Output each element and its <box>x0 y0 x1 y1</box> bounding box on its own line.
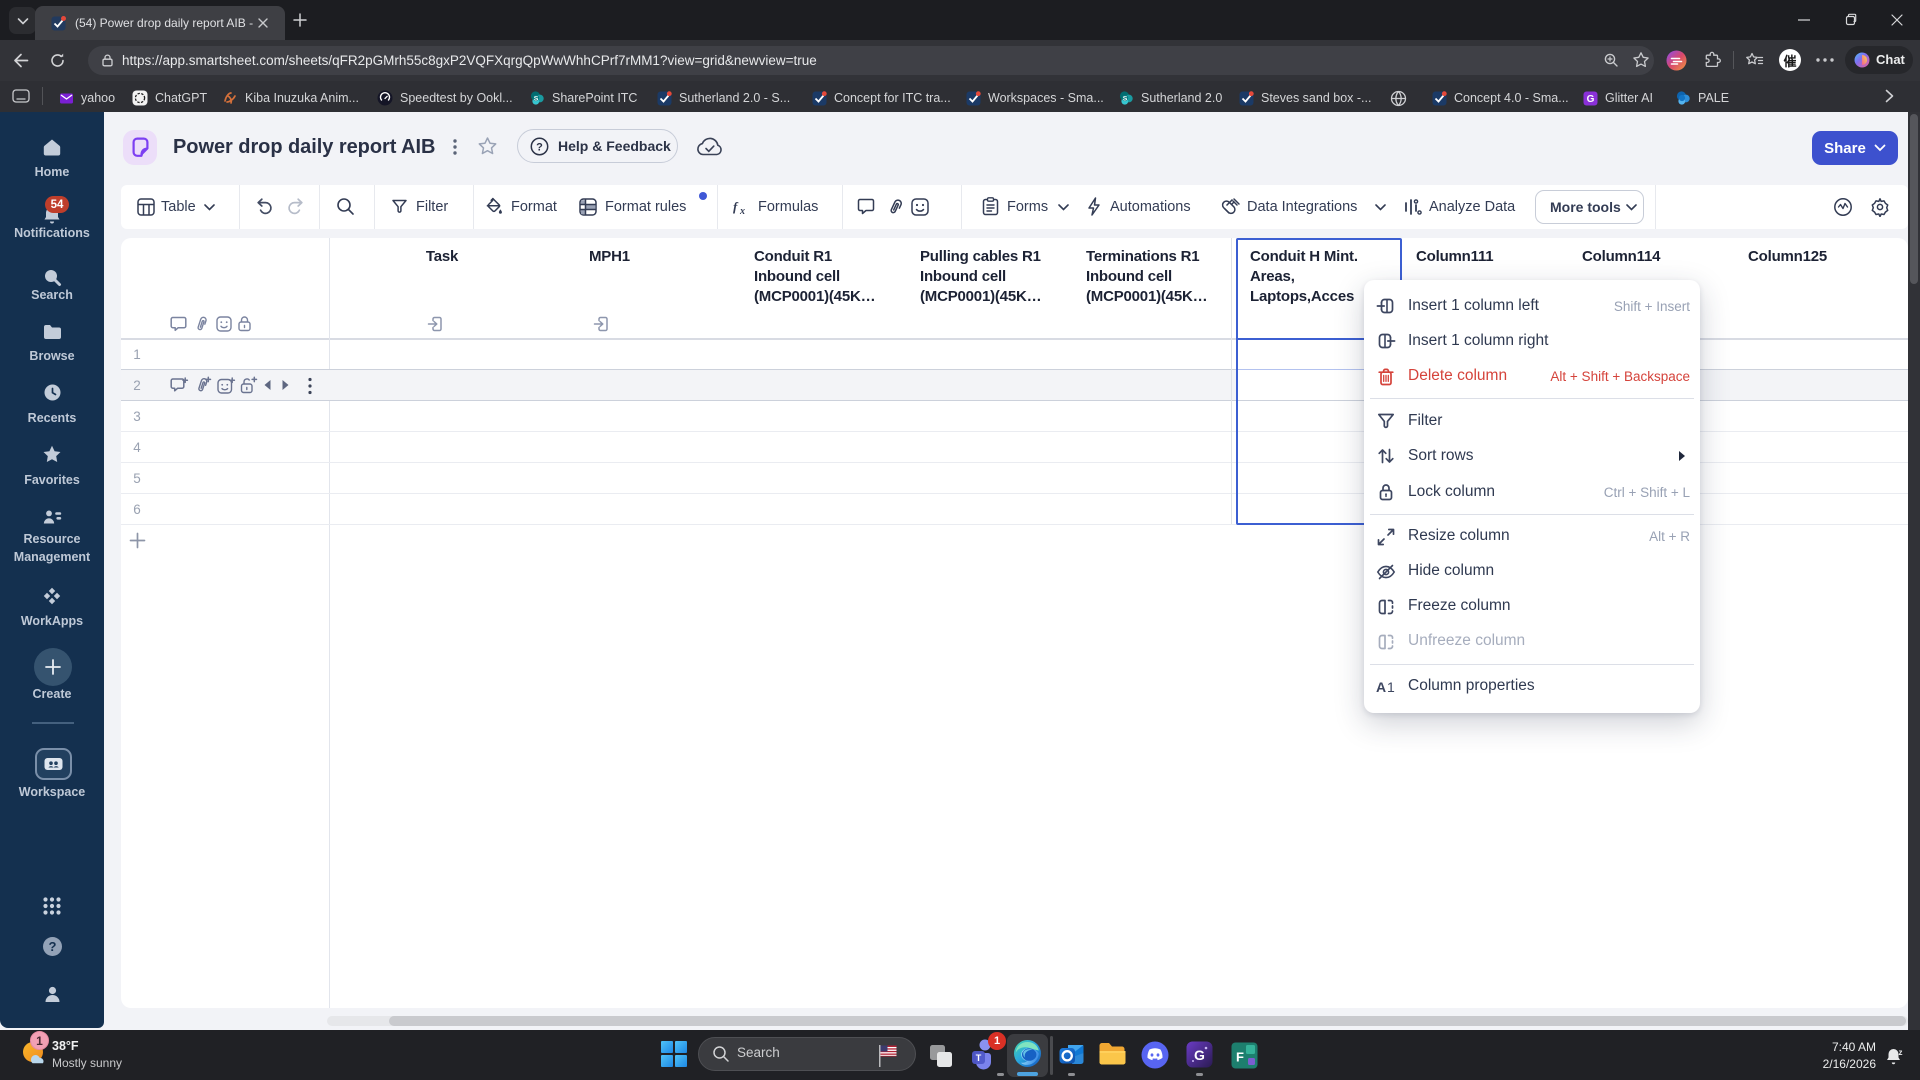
svg-text:G: G <box>1587 94 1595 105</box>
svg-text:z: z <box>1899 1048 1903 1057</box>
svg-text:1: 1 <box>1387 679 1395 695</box>
svg-text:S: S <box>534 95 539 102</box>
svg-text:S: S <box>1123 95 1128 102</box>
svg-text:x: x <box>739 206 745 217</box>
svg-text:f: f <box>733 199 739 214</box>
svg-text:G: G <box>1194 1047 1205 1063</box>
svg-text:T: T <box>976 1053 982 1063</box>
svg-text:F: F <box>1236 1050 1244 1065</box>
svg-text:?: ? <box>48 939 56 954</box>
svg-text:?: ? <box>536 141 543 153</box>
svg-text:A: A <box>1376 679 1386 695</box>
